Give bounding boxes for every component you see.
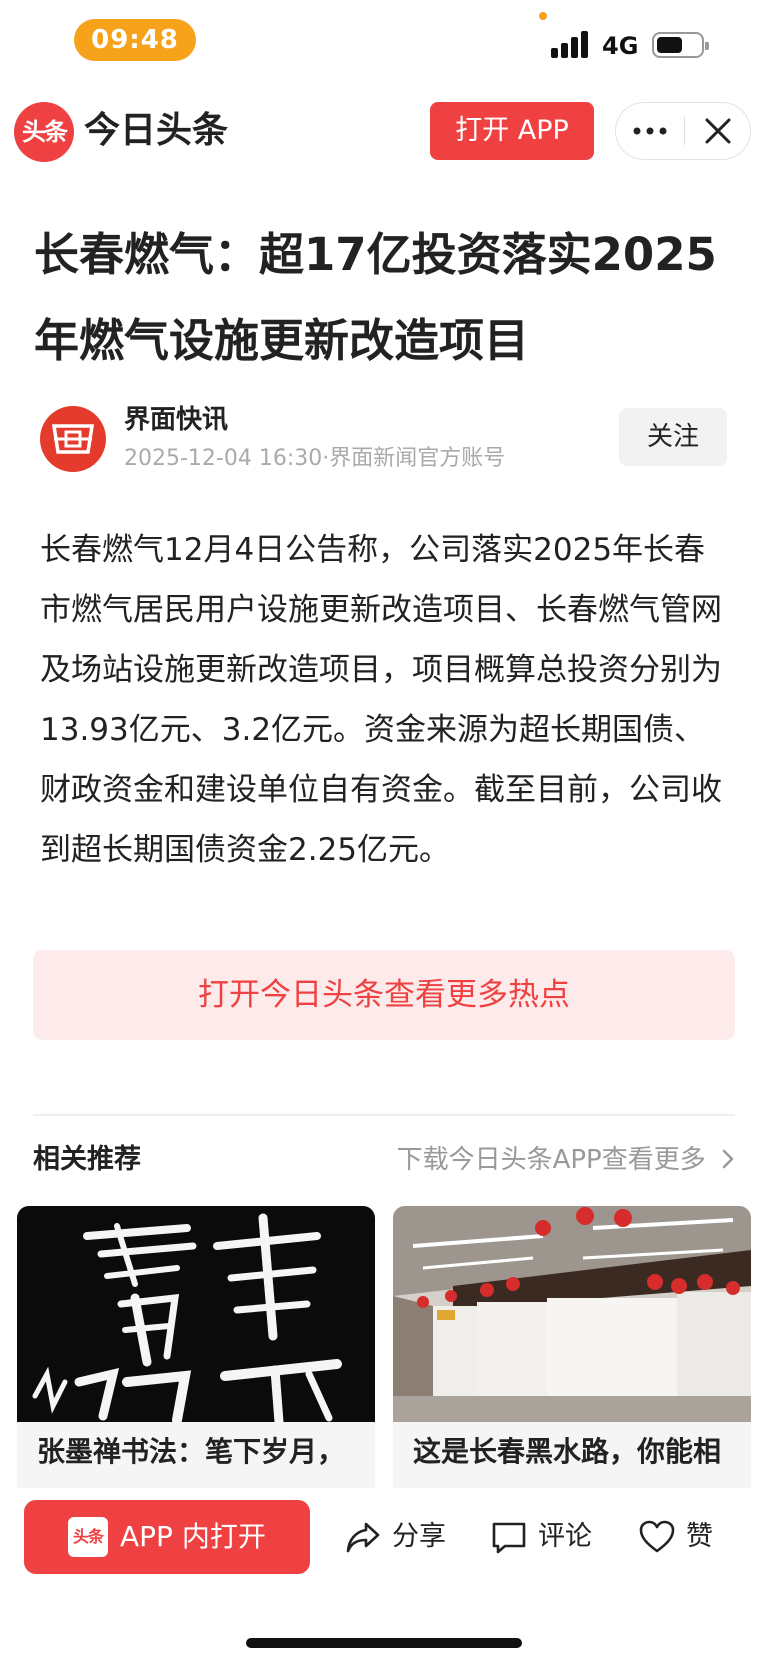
recommend-card[interactable]: 张墨禅书法：笔下岁月， bbox=[17, 1206, 375, 1506]
author-row: 界面快讯 2025-12-04 16:30·界面新闻官方账号 关注 bbox=[0, 402, 768, 482]
article-title: 长春燃气：超17亿投资落实2025年燃气设施更新改造项目 bbox=[34, 228, 717, 367]
article-body: 长春燃气12月4日公告称，公司落实2025年长春市燃气居民用户设施更新改造项目、… bbox=[40, 532, 722, 868]
card-caption: 这是长春黑水路，你能相 bbox=[413, 1435, 722, 1468]
comment-icon bbox=[492, 1522, 526, 1554]
cellular-signal-icon bbox=[551, 30, 591, 58]
divider bbox=[33, 1114, 735, 1116]
like-label: 赞 bbox=[686, 1521, 713, 1552]
status-time: 09:48 bbox=[74, 19, 196, 61]
logo-text: 头条 bbox=[22, 118, 68, 146]
battery-icon bbox=[652, 32, 709, 58]
related-recommend-title: 相关推荐 bbox=[33, 1144, 141, 1175]
bottom-action-bar: 头条 APP 内打开 分享 评论 赞 bbox=[0, 1488, 768, 1662]
app-header: 头条 今日头条 打开 APP bbox=[0, 100, 768, 164]
share-icon bbox=[346, 1522, 380, 1553]
toutiao-mini-logo: 头条 bbox=[68, 1517, 108, 1557]
card-caption: 张墨禅书法：笔下岁月， bbox=[37, 1435, 346, 1468]
chevron-right-icon bbox=[722, 1149, 734, 1169]
toutiao-logo: 头条 bbox=[14, 102, 74, 162]
download-app-more-link[interactable]: 下载今日头条APP查看更多 bbox=[397, 1140, 738, 1180]
app-name: 今日头条 bbox=[84, 110, 229, 151]
share-label: 分享 bbox=[392, 1521, 446, 1552]
mini-program-capsule bbox=[615, 102, 751, 160]
close-icon[interactable] bbox=[685, 103, 751, 159]
home-indicator[interactable] bbox=[246, 1638, 522, 1648]
street-market-image bbox=[393, 1206, 751, 1422]
open-toutiao-more-hot-button[interactable]: 打开今日头条查看更多热点 bbox=[33, 950, 735, 1040]
follow-button[interactable]: 关注 bbox=[619, 408, 727, 466]
author-avatar[interactable] bbox=[40, 406, 106, 472]
share-button[interactable]: 分享 bbox=[344, 1500, 454, 1574]
more-dots-icon[interactable] bbox=[616, 103, 684, 159]
open-in-app-label: APP 内打开 bbox=[120, 1520, 266, 1553]
author-name[interactable]: 界面快讯 bbox=[124, 402, 228, 438]
open-app-button[interactable]: 打开 APP bbox=[430, 102, 594, 160]
comment-button[interactable]: 评论 bbox=[490, 1500, 600, 1574]
battery-level-fill bbox=[657, 37, 682, 53]
like-button[interactable]: 赞 bbox=[638, 1500, 728, 1574]
calligraphy-image bbox=[17, 1206, 375, 1422]
status-bar: 09:48 4G bbox=[0, 0, 768, 90]
heart-icon bbox=[639, 1520, 675, 1553]
open-in-app-button[interactable]: 头条 APP 内打开 bbox=[24, 1500, 310, 1574]
comment-label: 评论 bbox=[538, 1521, 592, 1552]
recommend-card[interactable]: 这是长春黑水路，你能相 bbox=[393, 1206, 751, 1506]
network-type: 4G bbox=[602, 32, 639, 60]
publish-meta: 2025-12-04 16:30·界面新闻官方账号 bbox=[124, 446, 506, 471]
privacy-indicator-dot bbox=[539, 12, 547, 20]
download-app-more-label: 下载今日头条APP查看更多 bbox=[396, 1145, 706, 1175]
